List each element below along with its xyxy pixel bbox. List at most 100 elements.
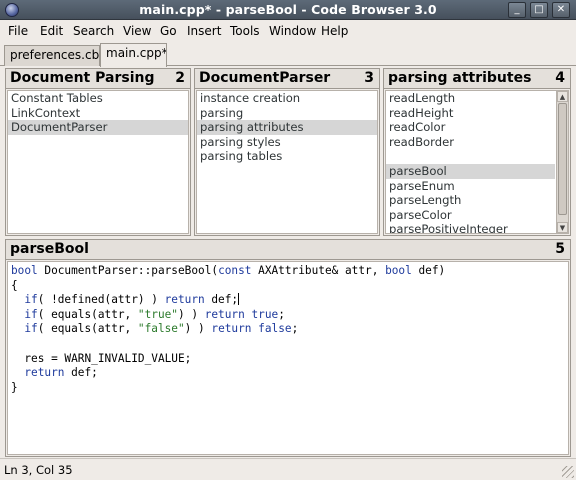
cursor-position: Ln 3, Col 35 xyxy=(4,463,73,477)
menu-bar: File Edit Search View Go Insert Tools Wi… xyxy=(0,20,576,42)
list-item-selected[interactable]: DocumentParser xyxy=(8,120,188,135)
panel-number: 4 xyxy=(555,70,565,86)
minimize-button[interactable]: _ xyxy=(508,2,526,18)
panel-title: parsing attributes xyxy=(388,70,532,86)
menu-file[interactable]: File xyxy=(8,24,28,38)
menu-go[interactable]: Go xyxy=(160,24,177,38)
code-text: AXAttribute& attr, xyxy=(251,264,386,277)
menu-search[interactable]: Search xyxy=(73,24,114,38)
code-editor[interactable]: bool DocumentParser::parseBool(const AXA… xyxy=(7,261,569,455)
menu-window[interactable]: Window xyxy=(269,24,316,38)
panel-header: parseBool 5 xyxy=(6,240,570,260)
title-bar: main.cpp* - parseBool - Code Browser 3.0… xyxy=(0,0,576,20)
panel-header: DocumentParser 3 xyxy=(195,69,379,89)
menu-insert[interactable]: Insert xyxy=(187,24,221,38)
list-item[interactable]: parseEnum xyxy=(386,179,555,194)
code-text: ( !defined(attr) ) xyxy=(37,293,165,307)
list-item[interactable]: LinkContext xyxy=(8,106,188,121)
code-keyword: return xyxy=(211,322,252,336)
status-bar: Ln 3, Col 35 xyxy=(0,458,576,480)
list-item[interactable]: instance creation xyxy=(197,91,377,106)
code-text: ( equals(attr, xyxy=(37,322,138,336)
code-line[interactable]: } xyxy=(11,381,565,396)
panel-number: 2 xyxy=(175,70,185,86)
code-line[interactable]: res = WARN_INVALID_VALUE; xyxy=(11,352,565,367)
code-text: ) ) xyxy=(184,322,212,336)
list-item[interactable]: readBorder xyxy=(386,135,555,150)
code-keyword: if xyxy=(24,307,38,321)
panel-title: Document Parsing xyxy=(10,70,155,86)
vertical-scrollbar[interactable]: ▲ ▼ xyxy=(556,91,568,233)
maximize-button[interactable]: □ xyxy=(530,2,548,18)
method-title: parseBool xyxy=(10,241,89,257)
tab-bar: preferences.cbc main.cpp* xyxy=(0,42,576,67)
code-keyword: true xyxy=(251,307,279,321)
code-text: ) ) xyxy=(177,307,205,321)
code-keyword: if xyxy=(24,293,38,307)
menu-view[interactable]: View xyxy=(123,24,151,38)
code-string: "false" xyxy=(137,322,185,336)
text-cursor xyxy=(238,293,240,306)
code-line[interactable]: if( equals(attr, "false") ) return false… xyxy=(11,322,565,337)
panel-number: 3 xyxy=(364,70,374,86)
code-text: ; xyxy=(291,322,299,336)
list-item[interactable]: parsing tables xyxy=(197,149,377,164)
code-text: def) xyxy=(411,264,446,277)
method-list[interactable]: readLength readHeight readColor readBord… xyxy=(385,90,569,234)
code-text: ( equals(attr, xyxy=(37,307,138,321)
scroll-down-icon[interactable]: ▼ xyxy=(557,222,568,233)
tab-preferences[interactable]: preferences.cbc xyxy=(4,45,100,66)
list-item[interactable]: readHeight xyxy=(386,106,555,121)
panel-parsing-attributes: parsing attributes 4 readLength readHeig… xyxy=(383,68,571,236)
panel-header: parsing attributes 4 xyxy=(384,69,570,89)
list-item-selected[interactable]: parseBool xyxy=(386,163,555,179)
code-text: DocumentParser::parseBool( xyxy=(37,264,219,277)
panel-title: DocumentParser xyxy=(199,70,331,86)
list-item[interactable]: parsing xyxy=(197,106,377,121)
list-item[interactable]: parsing styles xyxy=(197,135,377,150)
list-item[interactable]: parsePositiveInteger xyxy=(386,222,555,233)
code-keyword: return xyxy=(164,293,205,307)
code-line[interactable]: if( equals(attr, "true") ) return true; xyxy=(11,308,565,323)
code-line[interactable]: bool DocumentParser::parseBool(const AXA… xyxy=(11,264,565,279)
list-item[interactable]: parseColor xyxy=(386,208,555,223)
list-item[interactable]: parseLength xyxy=(386,193,555,208)
list-separator xyxy=(386,149,555,164)
list-item[interactable]: readColor xyxy=(386,120,555,135)
scroll-thumb[interactable] xyxy=(558,103,567,215)
code-keyword: false xyxy=(258,322,292,336)
code-text: } xyxy=(11,380,18,394)
menu-edit[interactable]: Edit xyxy=(40,24,63,38)
panel-document-parsing: Document Parsing 2 Constant Tables LinkC… xyxy=(5,68,191,236)
resize-grip-icon[interactable] xyxy=(562,466,574,478)
list-item[interactable]: Constant Tables xyxy=(8,91,188,106)
code-text: def; xyxy=(64,366,98,380)
code-line[interactable]: { xyxy=(11,279,565,294)
code-text: res = WARN_INVALID_VALUE; xyxy=(11,351,192,365)
list-item-selected[interactable]: parsing attributes xyxy=(197,120,377,135)
code-text: def; xyxy=(204,293,239,307)
protocol-list[interactable]: instance creation parsing parsing attrib… xyxy=(196,90,378,234)
close-button[interactable]: ✕ xyxy=(552,2,570,18)
category-list[interactable]: Constant Tables LinkContext DocumentPars… xyxy=(7,90,189,234)
code-text: { xyxy=(11,278,18,292)
code-text: ; xyxy=(278,307,285,321)
list-item[interactable]: readLength xyxy=(386,91,555,106)
scroll-up-icon[interactable]: ▲ xyxy=(557,91,568,102)
panel-editor: parseBool 5 bool DocumentParser::parseBo… xyxy=(5,239,571,457)
code-keyword: bool xyxy=(11,264,38,277)
menu-help[interactable]: Help xyxy=(321,24,348,38)
tab-main-cpp[interactable]: main.cpp* xyxy=(100,43,167,67)
code-keyword: return xyxy=(24,366,65,380)
code-line[interactable]: if( !defined(attr) ) return def; xyxy=(11,293,565,308)
code-line[interactable]: return def; xyxy=(11,366,565,381)
panel-document-parser: DocumentParser 3 instance creation parsi… xyxy=(194,68,380,236)
panel-number: 5 xyxy=(555,241,565,257)
menu-tools[interactable]: Tools xyxy=(230,24,260,38)
panel-header: Document Parsing 2 xyxy=(6,69,190,89)
code-line[interactable] xyxy=(11,337,565,352)
